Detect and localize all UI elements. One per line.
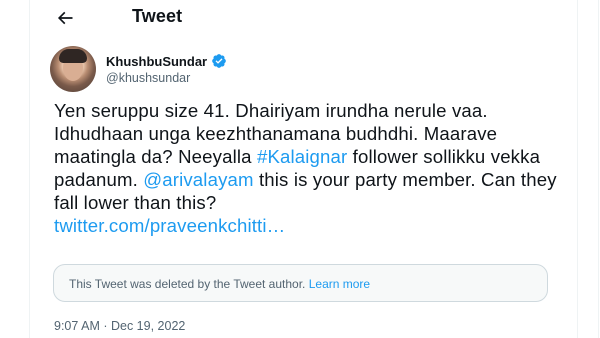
- url-link[interactable]: twitter.com/praveenkchitti…: [54, 215, 285, 236]
- hashtag-link[interactable]: #Kalaignar: [257, 146, 347, 167]
- back-button[interactable]: [53, 6, 77, 30]
- tweet-header: Tweet: [30, 0, 577, 35]
- mention-link[interactable]: @arivalayam: [143, 169, 253, 190]
- learn-more-link[interactable]: Learn more: [309, 277, 370, 291]
- deleted-tweet-notice: This Tweet was deleted by the Tweet auth…: [53, 264, 548, 302]
- deleted-notice-message: This Tweet was deleted by the Tweet auth…: [69, 277, 306, 291]
- tweet-text: Yen seruppu size 41. Dhairiyam irundha n…: [54, 100, 564, 237]
- deleted-notice-text: This Tweet was deleted by the Tweet auth…: [69, 277, 370, 291]
- arrow-left-icon: [57, 11, 73, 25]
- tweet-date[interactable]: Dec 19, 2022: [111, 319, 185, 333]
- author-display-name[interactable]: KhushbuSundar: [106, 54, 207, 69]
- avatar-hair: [59, 49, 87, 63]
- tweet-timestamp[interactable]: 9:07 AM · Dec 19, 2022: [54, 319, 185, 333]
- author-handle[interactable]: @khushsundar: [106, 71, 190, 85]
- author-name-row[interactable]: KhushbuSundar: [106, 53, 227, 69]
- column-divider-right: [577, 0, 578, 338]
- page-title: Tweet: [132, 6, 183, 26]
- avatar[interactable]: [50, 46, 96, 92]
- verified-badge-icon: [211, 53, 227, 69]
- column-divider-left: [29, 0, 30, 338]
- timestamp-separator: ·: [99, 319, 111, 333]
- tweet-time[interactable]: 9:07 AM: [54, 319, 100, 333]
